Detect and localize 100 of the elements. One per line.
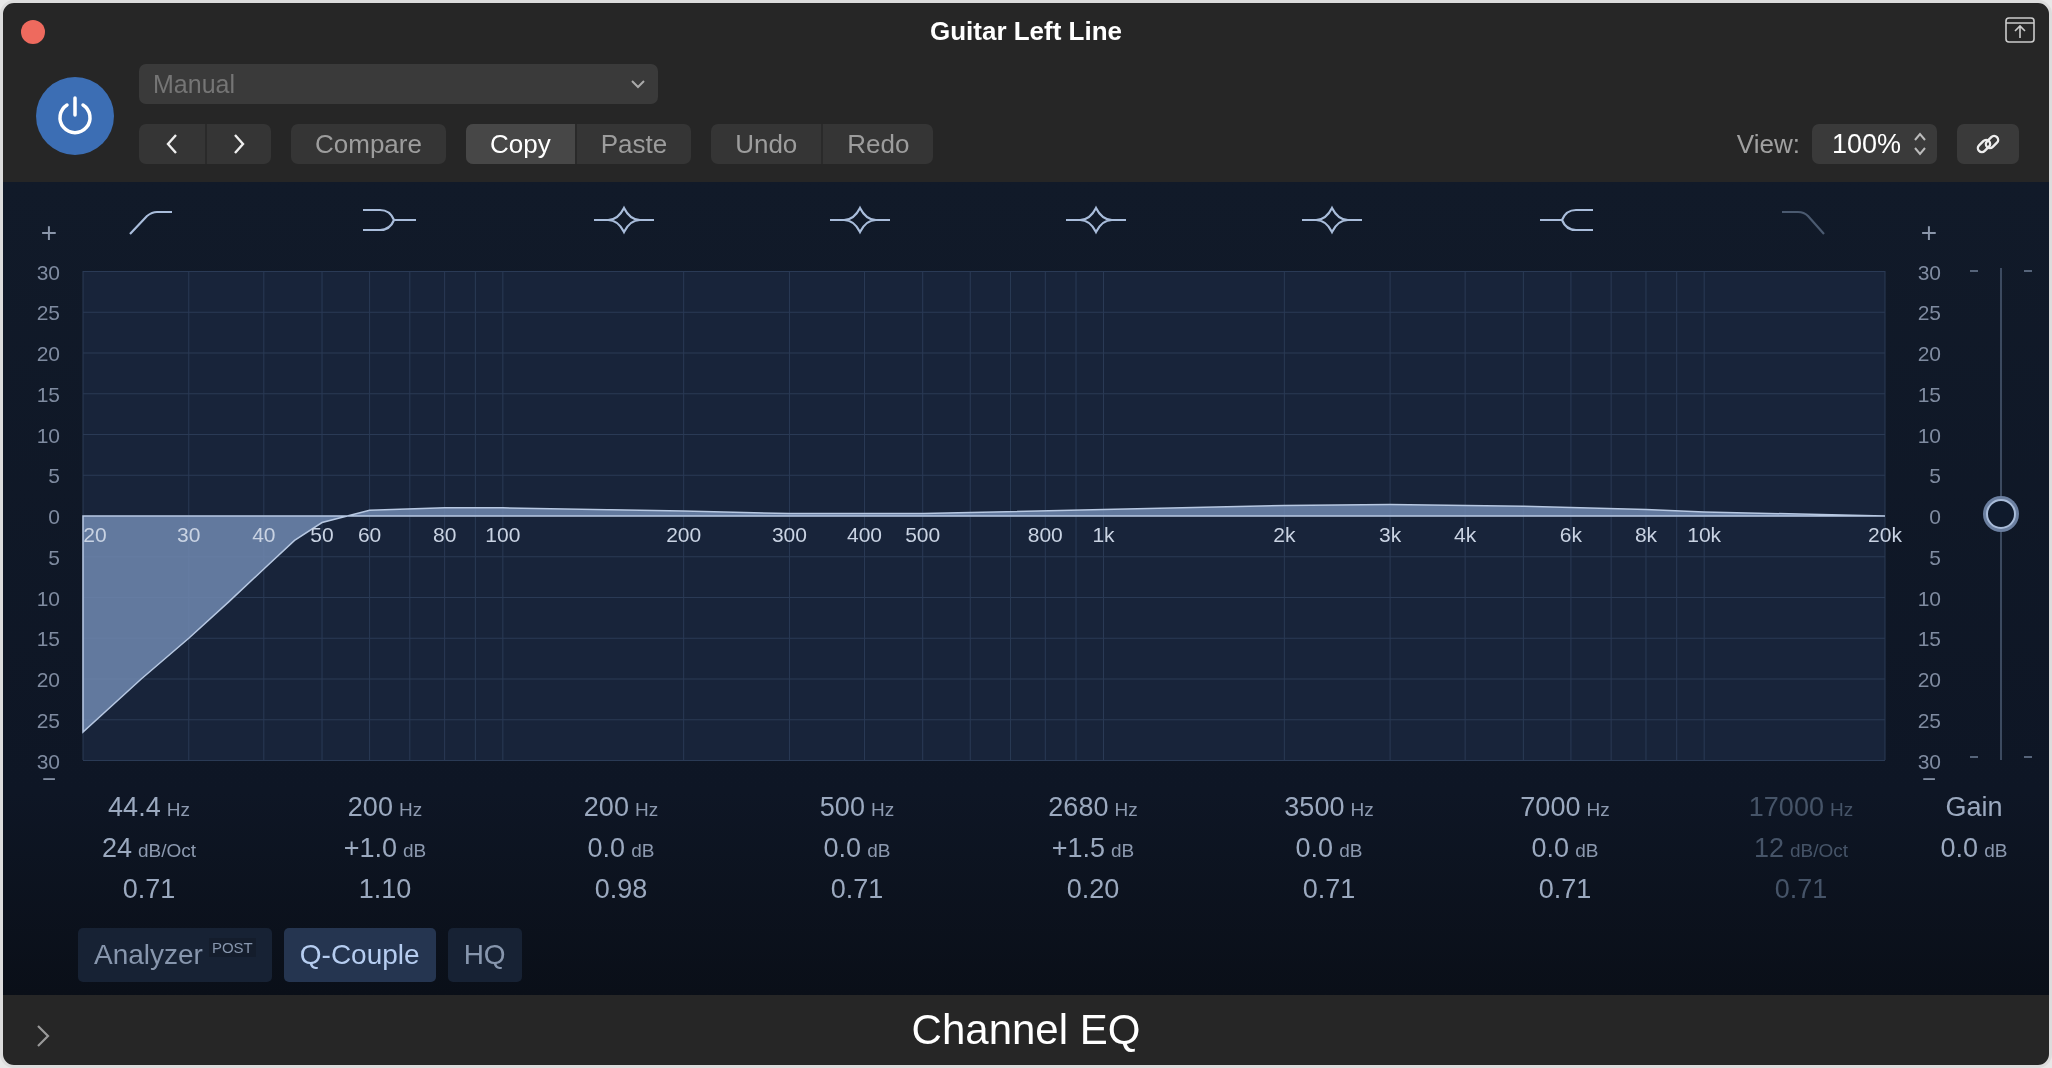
band-q[interactable]: 0.20: [975, 874, 1211, 915]
frequency-label: 10k: [1687, 523, 1722, 546]
link-button[interactable]: [1957, 124, 2019, 164]
gain-label: Gain: [1944, 792, 2004, 824]
band-q[interactable]: 1.10: [267, 874, 503, 915]
frequency-label: 100: [485, 523, 521, 546]
toolbar-button[interactable]: Redo: [821, 124, 934, 164]
frequency-label: 3k: [1379, 523, 1402, 546]
db-scale-label: 20: [1917, 342, 1941, 365]
band-gain[interactable]: 0.0 dB: [1211, 833, 1447, 874]
db-scale-label: 10: [36, 586, 60, 610]
frequency-label: 80: [432, 523, 457, 546]
toolbar-button[interactable]: Paste: [574, 124, 692, 164]
frequency-label: 30: [177, 523, 201, 546]
band-frequency[interactable]: 2680 Hz: [975, 792, 1211, 833]
frequency-label: 300: [771, 523, 807, 546]
frequency-label: 20k: [1868, 523, 1902, 546]
db-scale-label: 20: [36, 668, 60, 691]
band-q[interactable]: 0.71: [1211, 874, 1447, 915]
toolbar-button[interactable]: Copy: [465, 124, 575, 164]
toolbar-button[interactable]: Undo: [711, 124, 822, 164]
db-scale-label: 5: [1929, 464, 1941, 488]
db-scale-label: 25: [1917, 301, 1941, 325]
band-gain[interactable]: +1.5 dB: [975, 833, 1211, 874]
band-gain[interactable]: 0.0 dB: [739, 833, 975, 874]
frequency-label: 8k: [1634, 523, 1658, 546]
db-scale-label: 5: [1929, 545, 1941, 569]
db-scale-label: 15: [1917, 627, 1941, 651]
db-scale-label: 30: [1917, 749, 1941, 773]
band-q[interactable]: 0.98: [503, 874, 739, 915]
frequency-label: 60: [357, 523, 382, 546]
analyzer-mode-badge: POST: [208, 938, 256, 957]
frequency-label: 6k: [1559, 523, 1582, 546]
band-frequency[interactable]: 3500 Hz: [1211, 792, 1447, 833]
db-scale-label: 10: [36, 423, 60, 447]
expand-icon[interactable]: [35, 1023, 51, 1049]
band-frequency[interactable]: 200 Hz: [503, 792, 739, 833]
band-gain[interactable]: 24 dB/Oct: [31, 833, 267, 874]
db-scale-label: 30: [36, 749, 60, 773]
frequency-label: 1k: [1092, 523, 1115, 546]
band-gain[interactable]: 0.0 dB: [503, 833, 739, 874]
band-q[interactable]: 0.71: [739, 874, 975, 915]
band-gain[interactable]: 0.0 dB: [1447, 833, 1683, 874]
db-scale-label: 0: [48, 505, 60, 528]
view-label: View:: [1736, 128, 1800, 160]
plugin-name: Channel EQ: [911, 1006, 1141, 1054]
frequency-label: 40: [252, 523, 276, 546]
frequency-label: 500: [905, 523, 941, 546]
frequency-label: 2k: [1273, 523, 1296, 546]
band-frequency[interactable]: 7000 Hz: [1447, 792, 1683, 833]
db-scale-label: 20: [1917, 668, 1941, 691]
chevron-left-icon: [165, 133, 179, 155]
high-shelf-filter-icon[interactable]: [1538, 208, 1595, 232]
window-title: Guitar Left Line: [929, 16, 1123, 47]
frequency-label: 20: [83, 523, 107, 546]
low-shelf-filter-icon[interactable]: [361, 208, 418, 232]
view-zoom-stepper[interactable]: 100%: [1811, 124, 1937, 164]
bell-filter-icon[interactable]: [828, 206, 892, 234]
db-scale-label: 10: [1917, 586, 1941, 610]
gain-slider-thumb[interactable]: [1986, 499, 2016, 529]
db-scale-label: 25: [1917, 708, 1941, 732]
bell-filter-icon[interactable]: [592, 206, 656, 234]
db-scale-label: 15: [36, 382, 60, 406]
db-scale-label: 30: [1917, 260, 1941, 284]
db-scale-label: 30: [36, 260, 60, 284]
band-q[interactable]: 0.71: [31, 874, 267, 915]
frequency-label: 400: [846, 523, 882, 546]
up-down-arrows-icon: [1913, 131, 1927, 157]
frequency-label: 50: [310, 523, 334, 546]
close-button[interactable]: [21, 20, 45, 44]
db-scale-label: 25: [36, 708, 60, 732]
db-scale-label: 5: [48, 464, 60, 488]
toggle-button[interactable]: HQ: [447, 928, 522, 982]
frequency-label: 200: [666, 523, 702, 546]
scale-zoom-in-button[interactable]: +: [40, 217, 58, 248]
band-frequency[interactable]: 44.4 Hz: [31, 792, 267, 833]
chevron-right-icon: [232, 133, 246, 155]
toggle-button[interactable]: Q-Couple: [283, 928, 436, 982]
db-scale-label: 15: [1917, 382, 1941, 406]
frequency-label: 4k: [1454, 523, 1477, 546]
db-scale-label: 25: [36, 301, 60, 325]
frequency-label: 800: [1027, 523, 1063, 546]
high-cut-filter-icon[interactable]: [1782, 210, 1825, 235]
db-scale-label: 15: [36, 627, 60, 651]
db-scale-label: 0: [1929, 505, 1941, 528]
band-frequency[interactable]: 500 Hz: [739, 792, 975, 833]
chevron-down-icon: [630, 79, 646, 89]
band-gain[interactable]: +1.0 dB: [267, 833, 503, 874]
bell-filter-icon[interactable]: [1064, 206, 1128, 234]
db-scale-label: 5: [48, 545, 60, 569]
low-cut-filter-icon[interactable]: [129, 210, 172, 235]
band-q[interactable]: 0.71: [1447, 874, 1683, 915]
scale-zoom-in-button[interactable]: +: [1920, 217, 1938, 248]
db-scale-label: 10: [1917, 423, 1941, 447]
detach-icon[interactable]: [2005, 17, 2035, 43]
band-frequency[interactable]: 200 Hz: [267, 792, 503, 833]
bell-filter-icon[interactable]: [1300, 206, 1364, 234]
gain-value[interactable]: 0.0 dB: [1919, 833, 2049, 874]
toolbar-button[interactable]: Compare: [291, 124, 446, 164]
toggle-button[interactable]: Analyzer POST: [78, 928, 272, 982]
